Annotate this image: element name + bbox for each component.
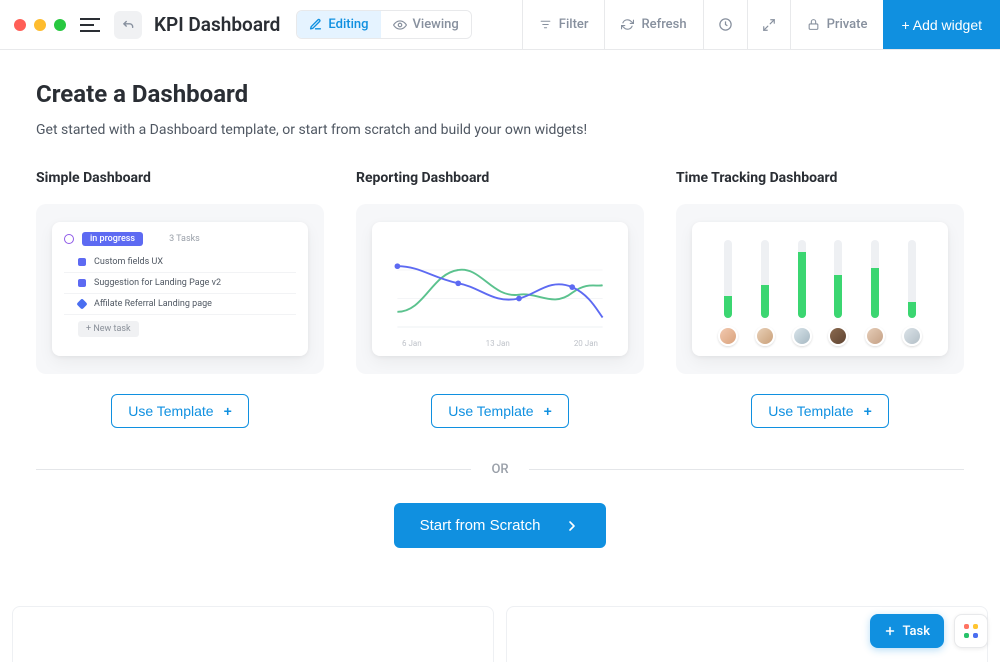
bottom-panels (12, 606, 988, 662)
status-badge: in progress (82, 232, 143, 246)
apps-icon (964, 624, 978, 638)
bar-chart-preview (704, 240, 936, 318)
page-heading: Create a Dashboard (36, 80, 964, 108)
list-item: Affilate Referral Landing page (64, 294, 296, 315)
start-from-scratch-label: Start from Scratch (420, 517, 541, 534)
refresh-label: Refresh (641, 17, 686, 32)
or-text: OR (491, 462, 508, 477)
plus-icon: + (544, 403, 552, 419)
fullscreen-button[interactable] (747, 0, 790, 49)
minimize-window-icon[interactable] (34, 19, 46, 31)
back-button[interactable] (114, 11, 142, 39)
use-template-button[interactable]: Use Template + (111, 394, 249, 428)
menu-button[interactable] (80, 13, 104, 37)
task-label: Custom fields UX (94, 257, 163, 267)
chevron-right-icon (564, 518, 580, 534)
x-tick: 13 Jan (486, 339, 510, 348)
avatar (865, 326, 885, 346)
use-template-button[interactable]: Use Template + (751, 394, 889, 428)
avatar (718, 326, 738, 346)
private-button[interactable]: Private (790, 0, 884, 49)
divider (36, 469, 471, 470)
clock-icon (718, 17, 733, 32)
use-template-label: Use Template (128, 403, 213, 419)
page-subheading: Get started with a Dashboard template, o… (36, 122, 964, 138)
task-label: Suggestion for Landing Page v2 (94, 278, 221, 288)
use-template-label: Use Template (448, 403, 533, 419)
fullscreen-window-icon[interactable] (54, 19, 66, 31)
filter-label: Filter (559, 17, 589, 32)
eye-icon (393, 18, 407, 32)
plus-icon: + (224, 403, 232, 419)
viewing-mode-label: Viewing (413, 17, 459, 32)
autorefresh-button[interactable] (703, 0, 747, 49)
avatar (902, 326, 922, 346)
template-preview-reporting[interactable]: 6 Jan 13 Jan 20 Jan (356, 204, 644, 374)
plus-icon: + (864, 403, 872, 419)
viewing-mode-button[interactable]: Viewing (381, 11, 471, 38)
list-item: Custom fields UX (64, 252, 296, 273)
template-preview-simple[interactable]: in progress 3 Tasks Custom fields UX Sug… (36, 204, 324, 374)
task-count: 3 Tasks (169, 234, 200, 244)
page-title: KPI Dashboard (154, 13, 280, 36)
avatar (755, 326, 775, 346)
task-label: Affilate Referral Landing page (94, 299, 212, 309)
x-tick: 6 Jan (402, 339, 422, 348)
lock-icon (807, 18, 820, 31)
use-template-label: Use Template (768, 403, 853, 419)
close-window-icon[interactable] (14, 19, 26, 31)
mode-toggle: Editing Viewing (296, 10, 471, 39)
add-widget-label: + Add widget (901, 17, 982, 33)
filter-button[interactable]: Filter (522, 0, 605, 49)
template-title: Time Tracking Dashboard (676, 170, 964, 186)
divider (529, 469, 964, 470)
avatar (792, 326, 812, 346)
plus-icon (884, 625, 896, 637)
list-item: Suggestion for Landing Page v2 (64, 273, 296, 294)
new-task-floating-button[interactable]: Task (870, 614, 944, 648)
avatars-row (704, 318, 936, 346)
task-chip-label: Task (902, 624, 930, 639)
private-label: Private (827, 17, 868, 32)
filter-icon (539, 18, 552, 31)
line-chart-preview (384, 232, 616, 346)
template-preview-timetracking[interactable] (676, 204, 964, 374)
editing-mode-button[interactable]: Editing (297, 11, 380, 38)
template-reporting-dashboard: Reporting Dashboard (356, 170, 644, 428)
window-controls (14, 19, 66, 31)
template-title: Simple Dashboard (36, 170, 324, 186)
new-task-button: + New task (78, 321, 139, 337)
template-simple-dashboard: Simple Dashboard in progress 3 Tasks Cus… (36, 170, 324, 428)
refresh-icon (621, 18, 634, 31)
pencil-icon (309, 18, 322, 31)
expand-icon (762, 18, 776, 32)
editing-mode-label: Editing (328, 17, 368, 32)
x-tick: 20 Jan (574, 339, 598, 348)
use-template-button[interactable]: Use Template + (431, 394, 569, 428)
add-widget-button[interactable]: + Add widget (883, 0, 1000, 49)
template-title: Reporting Dashboard (356, 170, 644, 186)
avatar (828, 326, 848, 346)
template-time-tracking-dashboard: Time Tracking Dashboard Use Template (676, 170, 964, 428)
apps-floating-button[interactable] (954, 614, 988, 648)
refresh-button[interactable]: Refresh (604, 0, 702, 49)
collapse-icon (64, 234, 74, 244)
start-from-scratch-button[interactable]: Start from Scratch (394, 503, 607, 548)
